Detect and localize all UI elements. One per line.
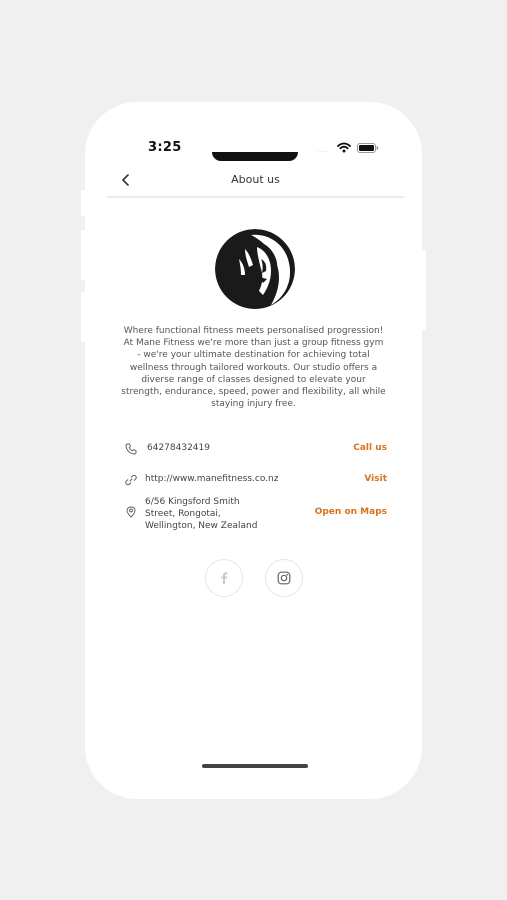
power-button [422,250,426,330]
phone-screen: 3:25 .... About us Where functional fitn… [85,102,422,799]
signal-icon: .... [317,147,329,154]
address-text: 6/56 Kingsford Smith Street, Rongotai, W… [145,496,257,532]
map-pin-icon [126,506,136,518]
page-title: About us [231,173,280,186]
about-description: Where functional fitness meets personali… [121,326,386,410]
link-icon [125,474,137,486]
lion-logo [215,229,295,309]
instagram-button[interactable] [265,559,303,597]
wifi-icon [337,142,351,153]
website-url: http://www.manefitness.co.nz [145,474,279,484]
instagram-icon [277,571,291,585]
phone-row: 64278432419 Call us [125,443,387,457]
navigation-bar: About us [107,168,404,198]
address-row: 6/56 Kingsford Smith Street, Rongotai, W… [125,496,387,534]
address-line: 6/56 Kingsford Smith [145,497,240,507]
phone-icon [125,443,137,455]
status-icons: .... [317,142,379,154]
status-bar: 3:25 .... [85,102,422,162]
open-on-maps-link[interactable]: Open on Maps [315,507,387,517]
status-time: 3:25 [148,140,182,155]
facebook-icon [221,572,228,584]
battery-icon [357,143,379,153]
website-row: http://www.manefitness.co.nz Visit [125,474,387,488]
notch [212,152,298,161]
visit-link[interactable]: Visit [364,474,387,484]
phone-number: 64278432419 [147,443,210,453]
call-us-link[interactable]: Call us [353,443,387,453]
home-indicator [202,764,308,768]
address-line: Street, Rongotai, [145,509,221,519]
address-line: Wellington, New Zealand [145,521,258,531]
facebook-button[interactable] [205,559,243,597]
